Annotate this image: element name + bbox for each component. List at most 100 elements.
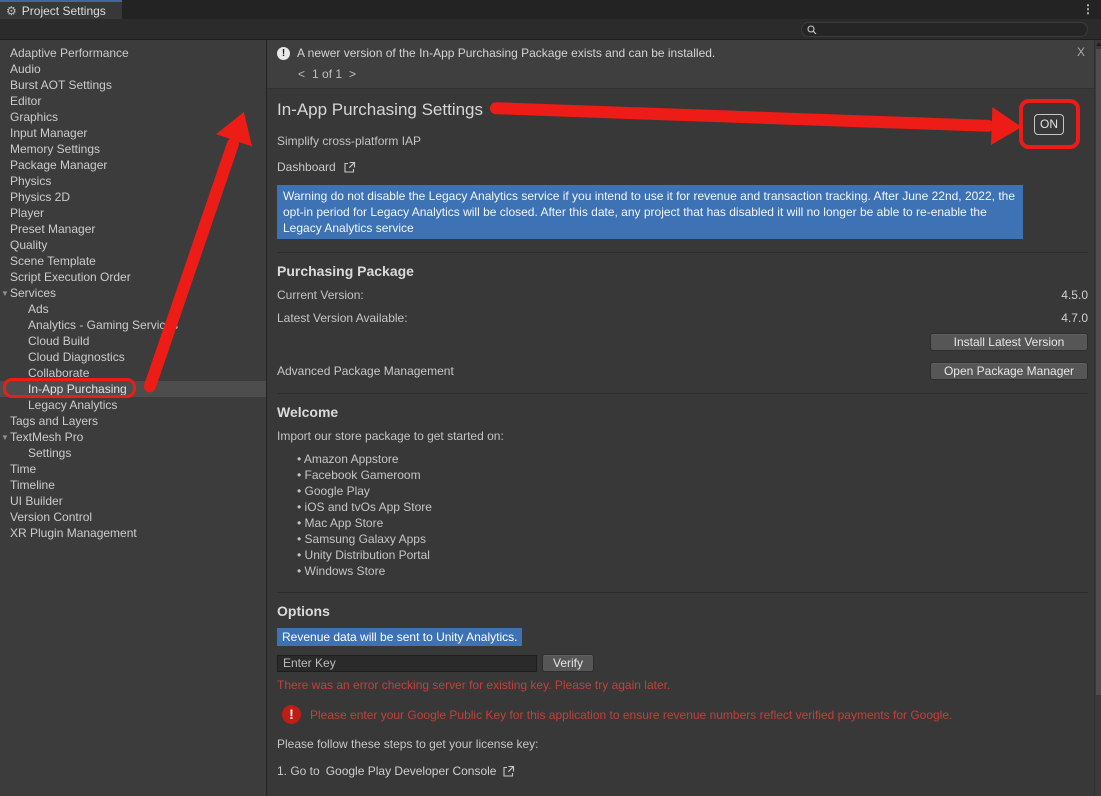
analytics-note-highlight: Revenue data will be sent to Unity Analy… [277, 628, 522, 646]
sidebar-item-cloud-build[interactable]: Cloud Build [0, 333, 266, 349]
store-list-item: Windows Store [297, 563, 1088, 579]
toolbar [0, 19, 1101, 40]
latest-version-value: 4.7.0 [1061, 311, 1088, 325]
sidebar-item-xr-plugin-management[interactable]: XR Plugin Management [0, 525, 266, 541]
sidebar-item-label: Analytics - Gaming Services [0, 318, 178, 332]
settings-sidebar: Adaptive PerformanceAudioBurst AOT Setti… [0, 40, 267, 796]
sidebar-item-tags-and-layers[interactable]: Tags and Layers [0, 413, 266, 429]
sidebar-item-label: Script Execution Order [0, 270, 131, 284]
sidebar-item-graphics[interactable]: Graphics [0, 109, 266, 125]
open-package-manager-button[interactable]: Open Package Manager [930, 362, 1088, 380]
sidebar-item-adaptive-performance[interactable]: Adaptive Performance [0, 45, 266, 61]
sidebar-item-ui-builder[interactable]: UI Builder [0, 493, 266, 509]
current-version-label: Current Version: [277, 288, 364, 302]
sidebar-item-label: Version Control [0, 510, 92, 524]
sidebar-item-player[interactable]: Player [0, 205, 266, 221]
store-list: Amazon AppstoreFacebook GameroomGoogle P… [297, 451, 1088, 579]
sidebar-item-physics[interactable]: Physics [0, 173, 266, 189]
pager-prev-button[interactable]: < [298, 67, 305, 81]
sidebar-item-label: Preset Manager [0, 222, 95, 236]
store-list-item: Samsung Galaxy Apps [297, 531, 1088, 547]
sidebar-item-settings[interactable]: Settings [0, 445, 266, 461]
sidebar-item-label: Physics [0, 174, 51, 188]
sidebar-item-label: In-App Purchasing [0, 382, 127, 396]
external-link-icon [343, 161, 356, 174]
welcome-section: Welcome Import our store package to get … [277, 393, 1088, 579]
sidebar-item-textmesh-pro[interactable]: ▼TextMesh Pro [0, 429, 266, 445]
expand-triangle-icon[interactable]: ▼ [1, 430, 9, 446]
search-box[interactable] [801, 22, 1088, 37]
sidebar-item-time[interactable]: Time [0, 461, 266, 477]
sidebar-item-audio[interactable]: Audio [0, 61, 266, 77]
current-version-value: 4.5.0 [1061, 288, 1088, 302]
sidebar-item-ads[interactable]: Ads [0, 301, 266, 317]
sidebar-item-package-manager[interactable]: Package Manager [0, 157, 266, 173]
vertical-scrollbar[interactable] [1094, 40, 1101, 796]
sidebar-item-preset-manager[interactable]: Preset Manager [0, 221, 266, 237]
sidebar-item-quality[interactable]: Quality [0, 237, 266, 253]
sidebar-item-label: Memory Settings [0, 142, 100, 156]
gear-icon: ⚙ [6, 5, 17, 17]
pager-next-button[interactable]: > [349, 67, 356, 81]
external-link-icon [502, 765, 515, 778]
dashboard-link-label: Dashboard [277, 160, 336, 174]
verify-key-button[interactable]: Verify [542, 654, 594, 672]
scrollbar-thumb[interactable] [1096, 49, 1101, 695]
sidebar-item-label: UI Builder [0, 494, 63, 508]
banner-message: A newer version of the In-App Purchasing… [297, 46, 715, 60]
sidebar-item-label: Settings [0, 446, 71, 460]
sidebar-item-label: Cloud Build [0, 334, 89, 348]
banner-close-button[interactable]: X [1077, 45, 1085, 59]
sidebar-item-label: Legacy Analytics [0, 398, 117, 412]
sidebar-item-physics-2d[interactable]: Physics 2D [0, 189, 266, 205]
sidebar-item-label: Scene Template [0, 254, 96, 268]
error-icon: ! [282, 705, 301, 724]
sidebar-item-script-execution-order[interactable]: Script Execution Order [0, 269, 266, 285]
sidebar-item-label: Cloud Diagnostics [0, 350, 125, 364]
sidebar-item-collaborate[interactable]: Collaborate [0, 365, 266, 381]
google-play-console-link[interactable]: Google Play Developer Console [326, 764, 497, 778]
console-warning-icon: ! [277, 47, 290, 60]
purchasing-package-section: Purchasing Package Current Version: 4.5.… [277, 252, 1088, 380]
scrollbar-up-arrow[interactable] [1096, 42, 1101, 46]
sidebar-item-in-app-purchasing[interactable]: In-App Purchasing [0, 381, 266, 397]
window-tab-bar: ⚙ Project Settings ⋮ [0, 0, 1101, 19]
main-panel: ! A newer version of the In-App Purchasi… [267, 40, 1101, 796]
license-steps-intro: Please follow these steps to get your li… [277, 737, 1088, 751]
expand-triangle-icon[interactable]: ▼ [1, 286, 9, 302]
welcome-intro: Import our store package to get started … [277, 429, 1088, 443]
sidebar-item-burst-aot-settings[interactable]: Burst AOT Settings [0, 77, 266, 93]
step1-prefix: 1. Go to [277, 764, 320, 778]
search-input[interactable] [821, 23, 1082, 36]
sidebar-item-input-manager[interactable]: Input Manager [0, 125, 266, 141]
sidebar-item-version-control[interactable]: Version Control [0, 509, 266, 525]
store-list-item: Google Play [297, 483, 1088, 499]
sidebar-item-legacy-analytics[interactable]: Legacy Analytics [0, 397, 266, 413]
latest-version-label: Latest Version Available: [277, 311, 408, 325]
sidebar-item-memory-settings[interactable]: Memory Settings [0, 141, 266, 157]
sidebar-item-label: Ads [0, 302, 49, 316]
sidebar-item-label: Input Manager [0, 126, 87, 140]
options-section: Options Revenue data will be sent to Uni… [277, 592, 1088, 796]
dashboard-link[interactable]: Dashboard [277, 160, 1088, 174]
license-key-input[interactable] [277, 655, 537, 672]
notification-banner: ! A newer version of the In-App Purchasi… [267, 40, 1101, 89]
sidebar-item-timeline[interactable]: Timeline [0, 477, 266, 493]
banner-pager: < 1 of 1 > [298, 67, 1091, 81]
sidebar-item-label: Adaptive Performance [0, 46, 129, 60]
sidebar-item-analytics-gaming-services[interactable]: Analytics - Gaming Services [0, 317, 266, 333]
store-list-item: Facebook Gameroom [297, 467, 1088, 483]
install-latest-version-button[interactable]: Install Latest Version [930, 333, 1088, 351]
iap-enable-toggle[interactable]: ON [1034, 114, 1064, 135]
google-public-key-message: Please enter your Google Public Key for … [310, 708, 952, 722]
sidebar-item-cloud-diagnostics[interactable]: Cloud Diagnostics [0, 349, 266, 365]
sidebar-item-label: Quality [0, 238, 47, 252]
sidebar-item-editor[interactable]: Editor [0, 93, 266, 109]
sidebar-item-label: Burst AOT Settings [0, 78, 112, 92]
license-step-1: 1. Go to Google Play Developer Console [277, 764, 1088, 778]
sidebar-item-label: Graphics [0, 110, 58, 124]
kebab-menu-icon[interactable]: ⋮ [1082, 2, 1094, 16]
sidebar-item-services[interactable]: ▼Services [0, 285, 266, 301]
tab-project-settings[interactable]: ⚙ Project Settings [0, 0, 122, 19]
sidebar-item-scene-template[interactable]: Scene Template [0, 253, 266, 269]
